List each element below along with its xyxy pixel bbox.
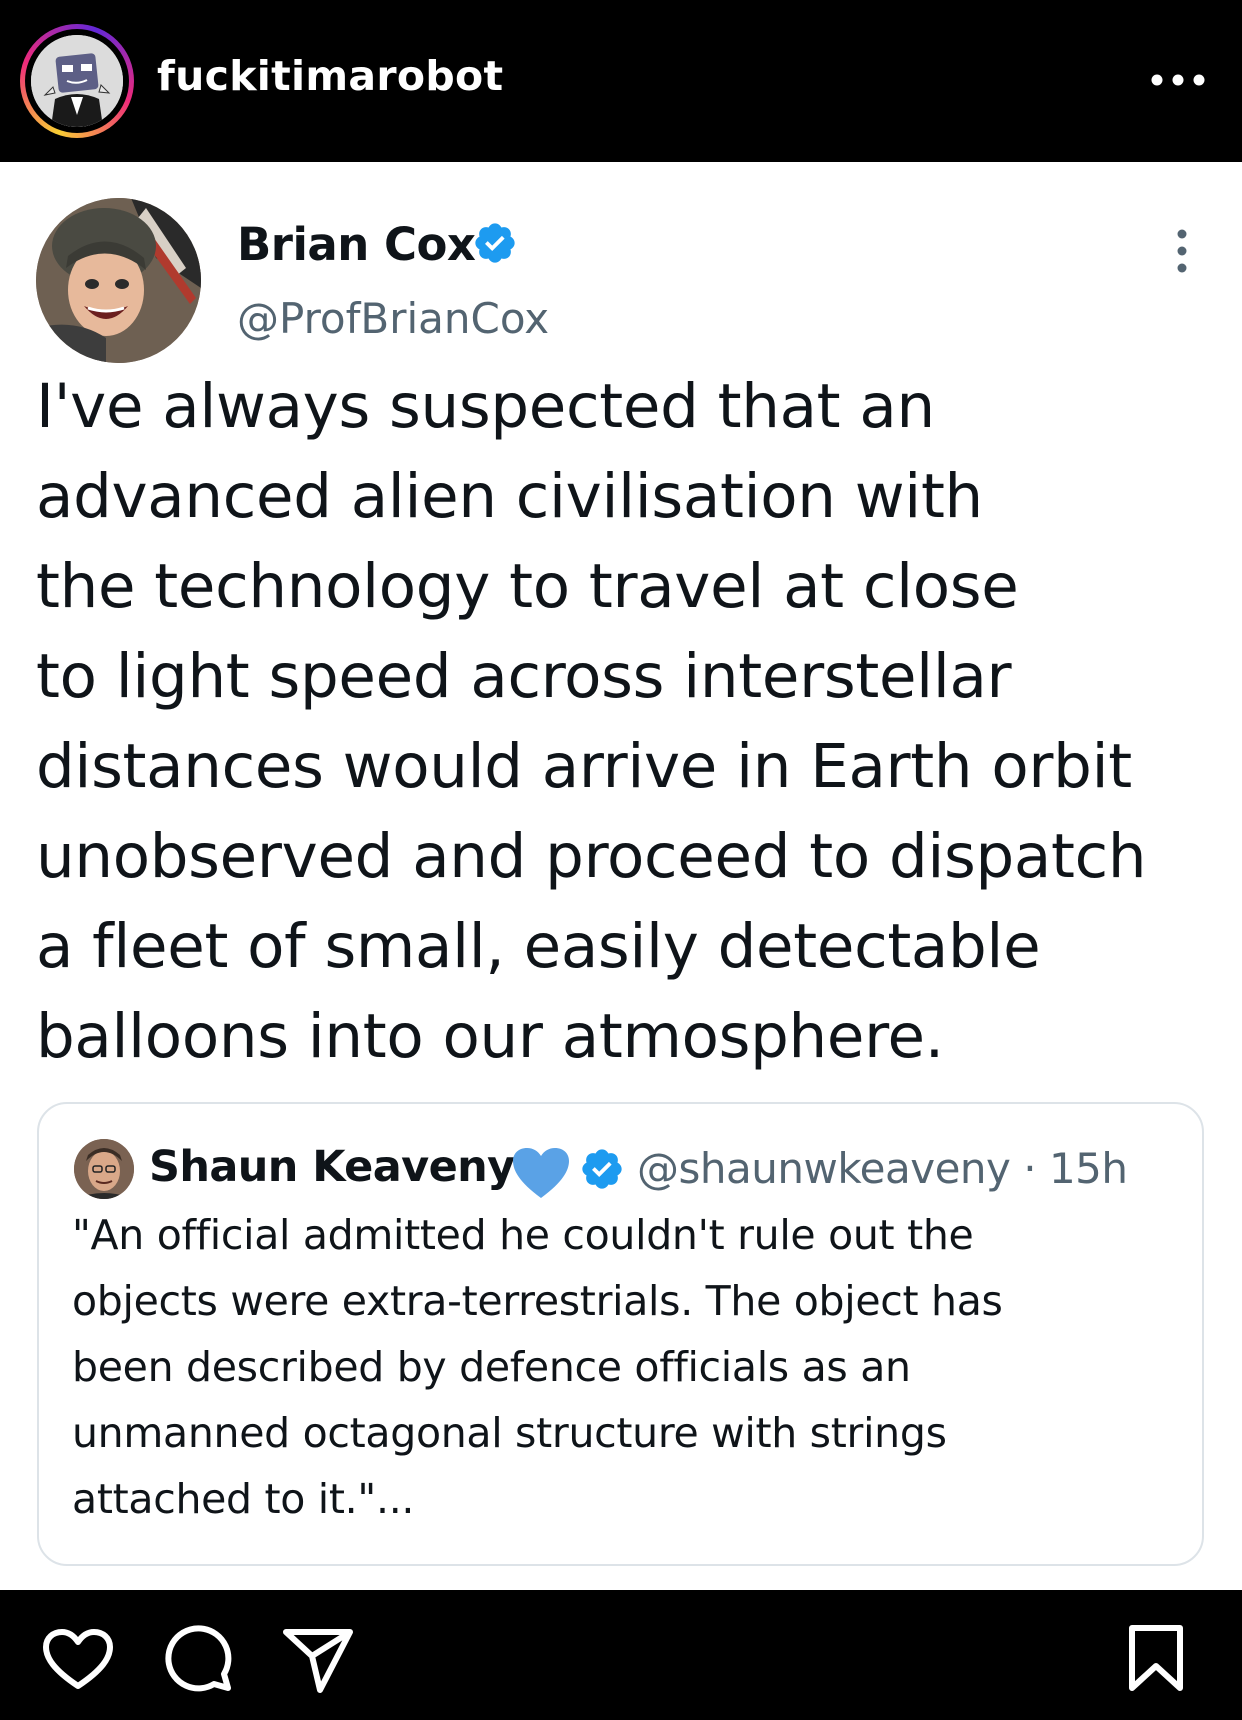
more-vertical-icon[interactable] [1170,226,1194,276]
quoted-author-name[interactable]: Shaun Keaveny [149,1142,515,1192]
more-horizontal-icon[interactable] [1148,60,1208,100]
post-header: fuckitimarobot [0,0,1242,162]
quoted-tweet-text: "An official admitted he couldn't rule o… [72,1211,1003,1523]
send-icon[interactable] [282,1626,354,1699]
author-name[interactable]: Brian Cox [237,218,476,271]
bookmark-icon[interactable] [1126,1624,1186,1699]
verified-badge-icon [472,220,518,266]
post-image[interactable]: Brian Cox @ProfBrianCox I've always susp… [0,162,1242,1590]
heart-icon[interactable] [42,1628,114,1697]
post-username[interactable]: fuckitimarobot [157,52,503,100]
blue-heart-icon [511,1146,571,1200]
quoted-author-avatar [74,1139,134,1199]
verified-badge-icon [579,1146,625,1192]
robot-avatar-icon [31,35,123,127]
comment-icon[interactable] [164,1624,234,1699]
quoted-tweet[interactable]: Shaun Keaveny @shaunwkeaveny · 15h "An o… [37,1102,1204,1566]
author-handle[interactable]: @ProfBrianCox [237,294,549,343]
tweet-text: I've always suspected that an advanced a… [36,371,1147,1072]
post-action-bar [0,1590,1242,1720]
author-avatar [36,198,201,363]
story-ring[interactable] [20,24,134,138]
quoted-author-handle[interactable]: @shaunwkeaveny · 15h [637,1144,1128,1193]
